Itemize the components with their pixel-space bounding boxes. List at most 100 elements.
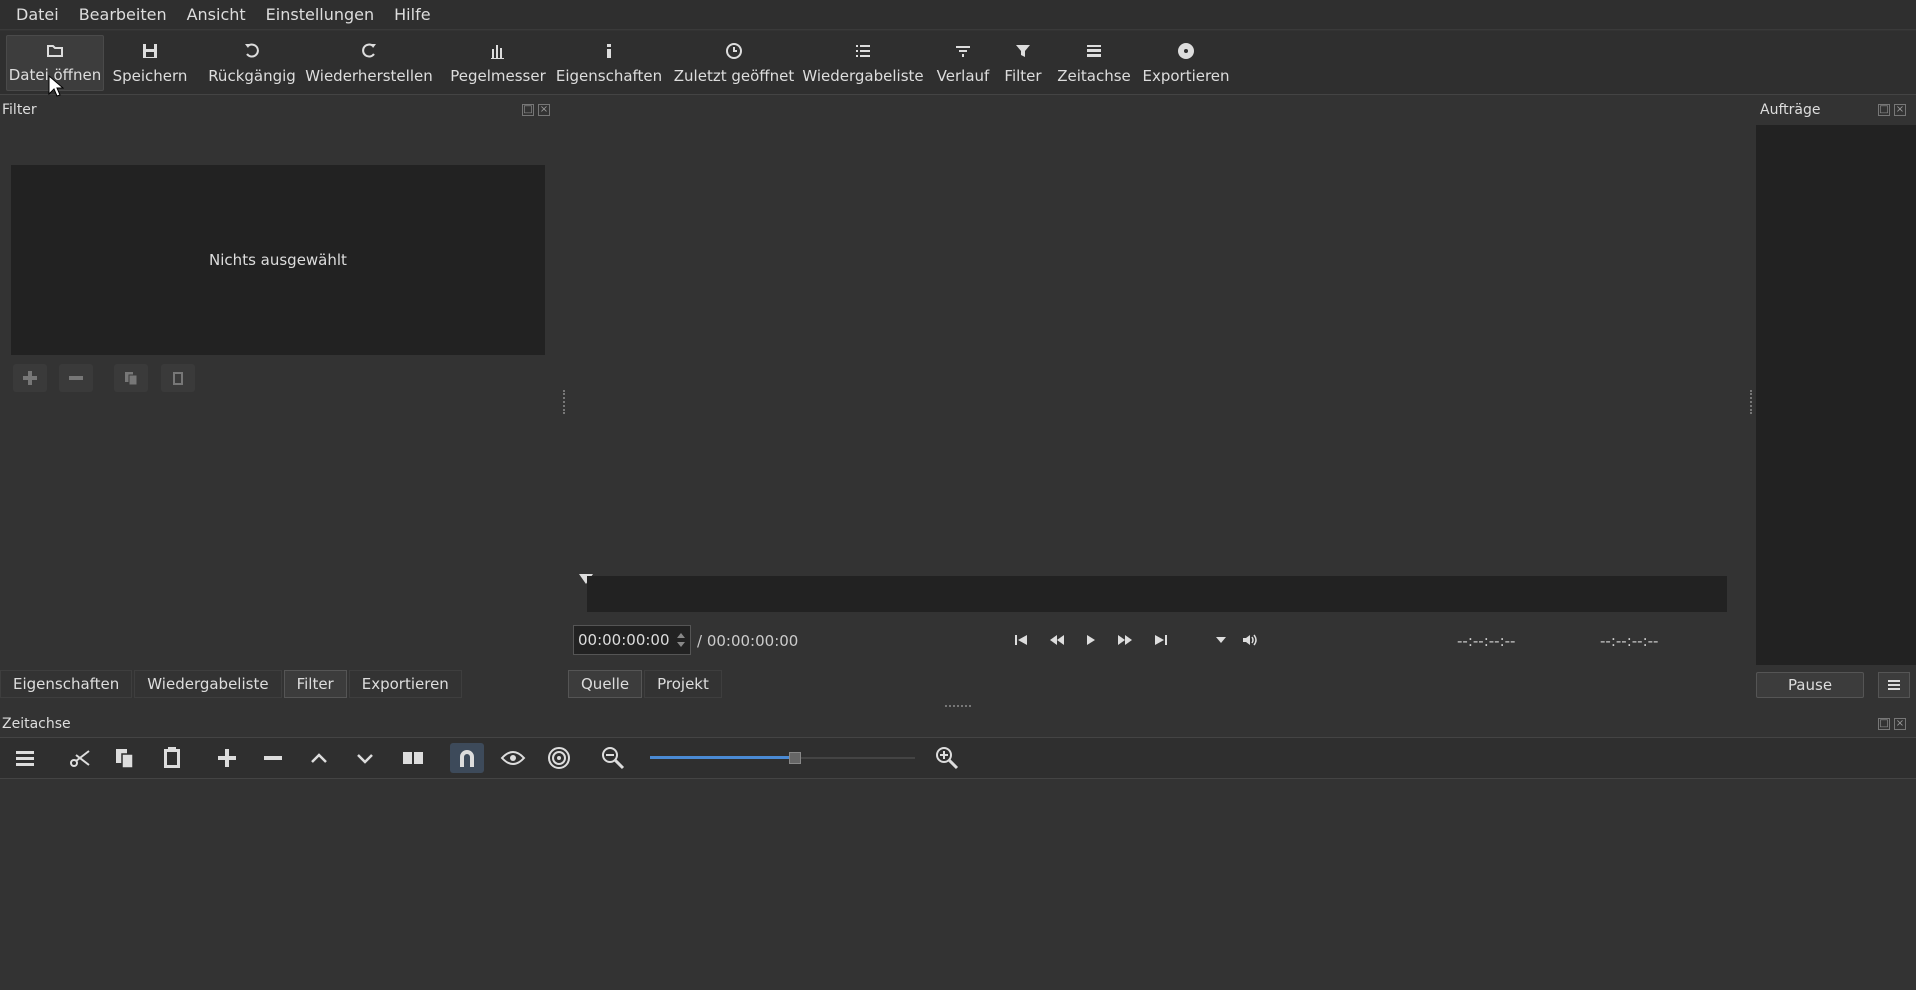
timecode-spinner[interactable] [674, 628, 688, 652]
copy-button[interactable] [108, 743, 142, 773]
minus-icon [69, 376, 83, 380]
filter-button[interactable]: Filter [1000, 35, 1046, 91]
copy-icon [125, 372, 138, 386]
jobs-list[interactable] [1756, 125, 1916, 665]
close-icon[interactable]: × [1894, 718, 1906, 730]
tab-filter[interactable]: Filter [283, 670, 347, 698]
skip-start-button[interactable] [1010, 630, 1032, 650]
zoom-dropdown-button[interactable] [1210, 630, 1232, 650]
audio-meter-button[interactable]: Pegelmesser [450, 35, 546, 91]
filter-icon [1016, 45, 1030, 57]
in-point-timecode: --:--:--:-- [1457, 632, 1516, 650]
save-button[interactable]: Speichern [112, 35, 188, 91]
close-icon[interactable]: × [538, 104, 550, 116]
cut-button[interactable] [63, 743, 97, 773]
split-button[interactable] [396, 743, 430, 773]
duration-timecode: / 00:00:00:00 [697, 632, 799, 650]
append-button[interactable] [210, 743, 244, 773]
timeline-menu-button[interactable] [8, 743, 42, 773]
paste-filter-button[interactable] [161, 364, 195, 392]
export-disc-icon [1178, 43, 1194, 59]
recent-button[interactable]: Zuletzt geöffnet [674, 35, 794, 91]
clock-icon [726, 43, 742, 59]
tab-quelle[interactable]: Quelle [568, 670, 643, 698]
filter-list[interactable]: Nichts ausgewählt [11, 165, 545, 355]
minus-icon [264, 756, 282, 760]
zoom-in-icon [936, 747, 959, 770]
pause-jobs-button[interactable]: Pause [1756, 672, 1864, 698]
lift-button[interactable] [302, 743, 336, 773]
timeline-button[interactable]: Zeitachse [1057, 35, 1131, 91]
menu-bearbeiten[interactable]: Bearbeiten [69, 5, 177, 24]
timeline-zoom-slider[interactable] [650, 752, 915, 764]
fast-forward-button[interactable] [1114, 630, 1136, 650]
jobs-dock-buttons: □ × [1878, 104, 1906, 116]
left-splitter[interactable] [563, 390, 565, 414]
properties-button[interactable]: Eigenschaften [556, 35, 662, 91]
pause-label: Pause [1787, 676, 1833, 694]
ripple-delete-button[interactable] [256, 743, 290, 773]
volume-button[interactable] [1238, 630, 1260, 650]
skip-to-end-icon [1155, 635, 1167, 645]
history-button[interactable]: Verlauf [934, 35, 992, 91]
timeline-label: Zeitachse [1057, 67, 1131, 85]
menu-datei[interactable]: Datei [6, 5, 69, 24]
right-splitter[interactable] [1750, 390, 1752, 414]
position-timecode: 00:00:00:00 [578, 631, 670, 649]
paste-button[interactable] [155, 743, 189, 773]
history-label: Verlauf [936, 67, 990, 85]
tab-eigenschaften[interactable]: Eigenschaften [0, 670, 133, 698]
filter-label: Filter [1004, 67, 1042, 85]
overwrite-button[interactable] [348, 743, 382, 773]
spin-arrows-icon [677, 633, 685, 647]
skip-end-button[interactable] [1150, 630, 1172, 650]
out-point-timecode: --:--:--:-- [1600, 632, 1659, 650]
playlist-button[interactable]: Wiedergabeliste [802, 35, 924, 91]
paste-icon [164, 747, 180, 768]
close-icon[interactable]: × [1894, 104, 1906, 116]
left-dock-tabs: Eigenschaften Wiedergabeliste Filter Exp… [0, 670, 464, 698]
tab-wiedergabeliste[interactable]: Wiedergabeliste [134, 670, 282, 698]
rewind-button[interactable] [1046, 630, 1068, 650]
snap-toggle[interactable] [450, 743, 484, 773]
video-viewer[interactable] [568, 99, 1748, 569]
play-button[interactable] [1080, 630, 1102, 650]
zoom-out-button[interactable] [596, 743, 630, 773]
split-clip-icon [403, 752, 423, 764]
rewind-icon [1050, 635, 1064, 645]
play-icon [1087, 635, 1095, 645]
jobs-menu-button[interactable] [1878, 672, 1910, 698]
export-button[interactable]: Exportieren [1142, 35, 1230, 91]
chevron-down-icon [357, 754, 373, 764]
menu-hilfe[interactable]: Hilfe [384, 5, 440, 24]
magnet-icon [460, 750, 474, 767]
tab-exportieren[interactable]: Exportieren [348, 670, 462, 698]
target-icon [548, 747, 570, 769]
timeline-dock-title: Zeitachse [2, 716, 71, 732]
zoom-slider-handle[interactable] [789, 752, 801, 764]
remove-filter-button[interactable] [59, 364, 93, 392]
vertical-splitter[interactable] [945, 705, 971, 707]
menu-ansicht[interactable]: Ansicht [177, 5, 256, 24]
copy-filter-button[interactable] [114, 364, 148, 392]
scrub-bar[interactable] [587, 576, 1727, 612]
tab-projekt[interactable]: Projekt [644, 670, 722, 698]
float-icon[interactable]: □ [1878, 718, 1890, 730]
undo-button[interactable]: Rückgängig [208, 35, 296, 91]
redo-button[interactable]: Wiederherstellen [305, 35, 433, 91]
filter-dock-buttons: □ × [522, 104, 550, 116]
timeline-tracks-area[interactable] [0, 780, 1916, 994]
menu-bar: Datei Bearbeiten Ansicht Einstellungen H… [0, 0, 1916, 30]
float-icon[interactable]: □ [522, 104, 534, 116]
add-filter-button[interactable] [13, 364, 47, 392]
menu-einstellungen[interactable]: Einstellungen [256, 5, 384, 24]
plus-icon [23, 371, 37, 385]
scrub-audio-toggle[interactable] [496, 743, 530, 773]
paste-icon [173, 372, 183, 385]
float-icon[interactable]: □ [1878, 104, 1890, 116]
list-icon [856, 45, 870, 57]
scissors-icon [70, 750, 90, 767]
zoom-in-button[interactable] [930, 743, 964, 773]
info-icon [607, 44, 611, 58]
ripple-toggle[interactable] [542, 743, 576, 773]
